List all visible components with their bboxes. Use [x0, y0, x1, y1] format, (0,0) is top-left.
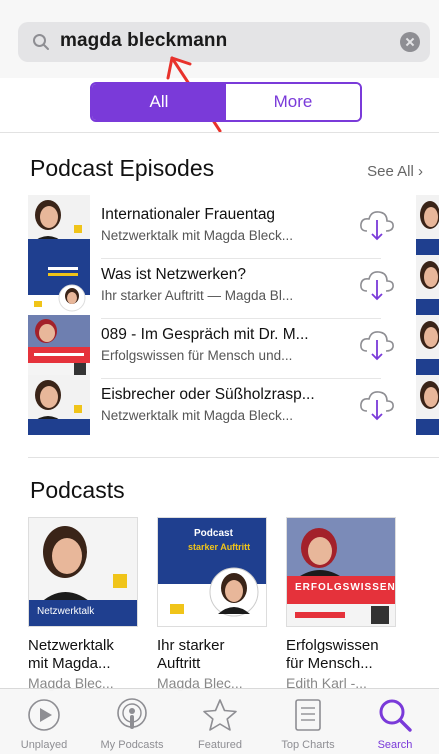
cloud-download-icon[interactable] [358, 207, 396, 243]
clear-icon[interactable] [400, 32, 420, 52]
podcasts-icon [117, 698, 147, 729]
podcast-title-line2: Auftritt [157, 655, 201, 672]
episode-row[interactable]: Internationaler Frauentag Netzwerktalk m… [28, 195, 439, 255]
podcast-title-line1: Netzwerktalk [28, 637, 114, 654]
search-icon [379, 699, 412, 732]
podcast-artwork: Podcast starker Auftritt [157, 517, 267, 627]
tab-label: Unplayed [20, 739, 68, 751]
episode-subtitle: Ihr starker Auftritt — Magda Bl... [101, 288, 294, 303]
cloud-download-icon[interactable] [358, 327, 396, 363]
episode-row[interactable]: 089 - Im Gespräch mit Dr. M... Erfolgswi… [28, 315, 439, 375]
artwork-label: Netzwerktalk [37, 606, 95, 617]
tab-my-podcasts[interactable]: My Podcasts [88, 689, 176, 754]
tab-label: Featured [197, 739, 243, 751]
next-page-artwork [416, 195, 439, 255]
podcast-title-line2: mit Magda... [28, 655, 111, 672]
divider [0, 132, 439, 133]
divider [28, 457, 439, 458]
next-page-artwork [416, 255, 439, 315]
podcast-artwork: Netzwerktalk [28, 517, 138, 627]
tab-bar: Unplayed My Podcasts Featured Top Charts… [0, 688, 439, 754]
chevron-right-icon: › [413, 163, 423, 180]
tab-top-charts[interactable]: Top Charts [264, 689, 352, 754]
podcast-artwork: ERFOLGSWISSEN [286, 517, 396, 627]
podcast-title-line1: Erfolgswissen [286, 637, 379, 654]
segment-more[interactable]: More [226, 84, 360, 120]
tab-search[interactable]: Search [351, 689, 439, 754]
episode-title: 089 - Im Gespräch mit Dr. M... [101, 326, 309, 343]
podcasts-section-title: Podcasts [30, 477, 125, 503]
next-page-artwork [416, 375, 439, 435]
search-field[interactable]: magda bleckmann [18, 22, 430, 62]
play-circle-icon [28, 699, 60, 731]
see-all-label: See All [367, 163, 414, 180]
next-page-artwork [416, 315, 439, 375]
segment-all[interactable]: All [92, 84, 226, 120]
star-icon [203, 699, 237, 731]
see-all-link[interactable]: See All › [367, 163, 423, 180]
episode-title: Eisbrecher oder Süßholzrasp... [101, 386, 315, 403]
podcast-title-line2: für Mensch... [286, 655, 373, 672]
episode-row[interactable]: Was ist Netzwerken? Ihr starker Auftritt… [28, 255, 439, 315]
tab-featured[interactable]: Featured [176, 689, 264, 754]
search-icon [33, 34, 49, 50]
episodes-section-title: Podcast Episodes [30, 155, 215, 181]
episode-subtitle: Erfolgswissen für Mensch und... [101, 348, 293, 363]
episode-artwork [28, 375, 90, 435]
episode-row[interactable]: Eisbrecher oder Süßholzrasp... Netzwerkt… [28, 375, 439, 435]
tab-label: Search [377, 739, 413, 751]
tab-label: My Podcasts [100, 739, 164, 751]
podcast-title-line1: Ihr starker [157, 637, 225, 654]
list-icon [295, 699, 321, 731]
cloud-download-icon[interactable] [358, 387, 396, 423]
episode-title: Internationaler Frauentag [101, 206, 276, 223]
artwork-label: ERFOLGSWISSEN [295, 582, 396, 593]
tab-unplayed[interactable]: Unplayed [0, 689, 88, 754]
episode-subtitle: Netzwerktalk mit Magda Bleck... [101, 408, 294, 423]
artwork-label: starker Auftritt [188, 542, 251, 552]
artwork-label: Podcast [194, 528, 233, 539]
scope-segmented-control: All More [90, 82, 362, 122]
episode-artwork [28, 315, 90, 375]
tab-label: Top Charts [281, 739, 335, 751]
search-bar-area: magda bleckmann [0, 0, 439, 78]
cloud-download-icon[interactable] [358, 267, 396, 303]
episode-subtitle: Netzwerktalk mit Magda Bleck... [101, 228, 294, 243]
episode-title: Was ist Netzwerken? [101, 266, 246, 283]
search-query[interactable]: magda bleckmann [60, 30, 227, 52]
episode-artwork [28, 255, 90, 315]
episode-artwork [28, 195, 90, 255]
